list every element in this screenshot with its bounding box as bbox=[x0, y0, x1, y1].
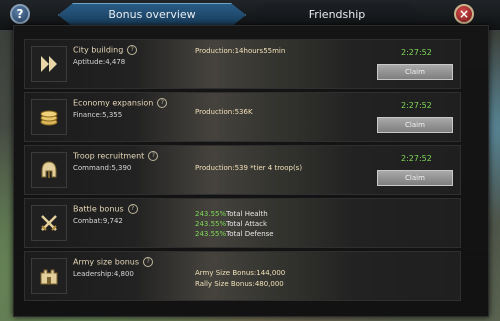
close-button[interactable]: × bbox=[454, 4, 474, 24]
close-icon: × bbox=[458, 7, 470, 21]
row-production: Production:539 *tier 4 troop(s) bbox=[195, 164, 303, 172]
row-attribute: Combat:9,742 bbox=[73, 217, 123, 225]
tab-friendship[interactable]: Friendship bbox=[251, 3, 423, 27]
tab-label: Friendship bbox=[308, 8, 366, 21]
row-attribute: Finance:5,355 bbox=[73, 111, 123, 119]
row-timer: 2:27:52 bbox=[401, 48, 432, 57]
row-production: Production:536K bbox=[195, 108, 253, 116]
crossed-swords-icon bbox=[31, 205, 67, 241]
row-attribute: Command:5,390 bbox=[73, 164, 132, 172]
list-item-army-size-bonus: Army size bonus? Leadership:4,800 Army S… bbox=[24, 251, 461, 301]
list-item-battle-bonus: Battle bonus? Combat:9,742 243.55%Total … bbox=[24, 198, 461, 248]
row-production: Production:14hours55min bbox=[195, 47, 286, 55]
helmet-icon bbox=[31, 152, 67, 188]
row-timer: 2:27:52 bbox=[401, 101, 432, 110]
info-icon[interactable]: ? bbox=[127, 45, 138, 55]
row-title: Battle bonus? bbox=[73, 204, 138, 214]
double-chevron-right-icon bbox=[31, 46, 67, 82]
info-icon[interactable]: ? bbox=[157, 98, 168, 108]
list-item-city-building: City building? Aptitude:4,478 Production… bbox=[24, 39, 461, 89]
row-attribute: Leadership:4,800 bbox=[73, 270, 134, 278]
row-title: Army size bonus? bbox=[73, 257, 154, 267]
info-icon[interactable]: ? bbox=[127, 204, 138, 214]
army-size-bonus: Army Size Bonus:144,000 bbox=[195, 269, 286, 277]
row-title: Troop recruitment? bbox=[73, 151, 159, 161]
info-icon[interactable]: ? bbox=[143, 257, 154, 267]
claim-button[interactable]: Claim bbox=[377, 64, 453, 80]
bonus-line-defense: 243.55%Total Defense bbox=[195, 230, 274, 238]
row-title: Economy expansion? bbox=[73, 98, 168, 108]
help-button[interactable]: ? bbox=[10, 4, 30, 24]
list-item-economy-expansion: Economy expansion? Finance:5,355 Product… bbox=[24, 92, 461, 142]
bonus-line-health: 243.55%Total Health bbox=[195, 210, 268, 218]
row-timer: 2:27:52 bbox=[401, 154, 432, 163]
fortress-icon bbox=[31, 258, 67, 294]
row-background-art bbox=[135, 93, 355, 141]
rally-size-bonus: Rally Size Bonus:480,000 bbox=[195, 280, 284, 288]
list-item-troop-recruitment: Troop recruitment? Command:5,390 Product… bbox=[24, 145, 461, 195]
claim-button[interactable]: Claim bbox=[377, 170, 453, 186]
tab-bonus-overview[interactable]: Bonus overview bbox=[58, 3, 246, 27]
question-icon: ? bbox=[16, 7, 24, 21]
info-icon[interactable]: ? bbox=[148, 151, 159, 161]
row-title: City building? bbox=[73, 45, 138, 55]
claim-button[interactable]: Claim bbox=[377, 117, 453, 133]
tab-label: Bonus overview bbox=[108, 8, 196, 21]
coin-stack-icon bbox=[31, 99, 67, 135]
bonus-list: City building? Aptitude:4,478 Production… bbox=[24, 39, 461, 304]
bonus-line-attack: 243.55%Total Attack bbox=[195, 220, 268, 228]
row-attribute: Aptitude:4,478 bbox=[73, 58, 126, 66]
